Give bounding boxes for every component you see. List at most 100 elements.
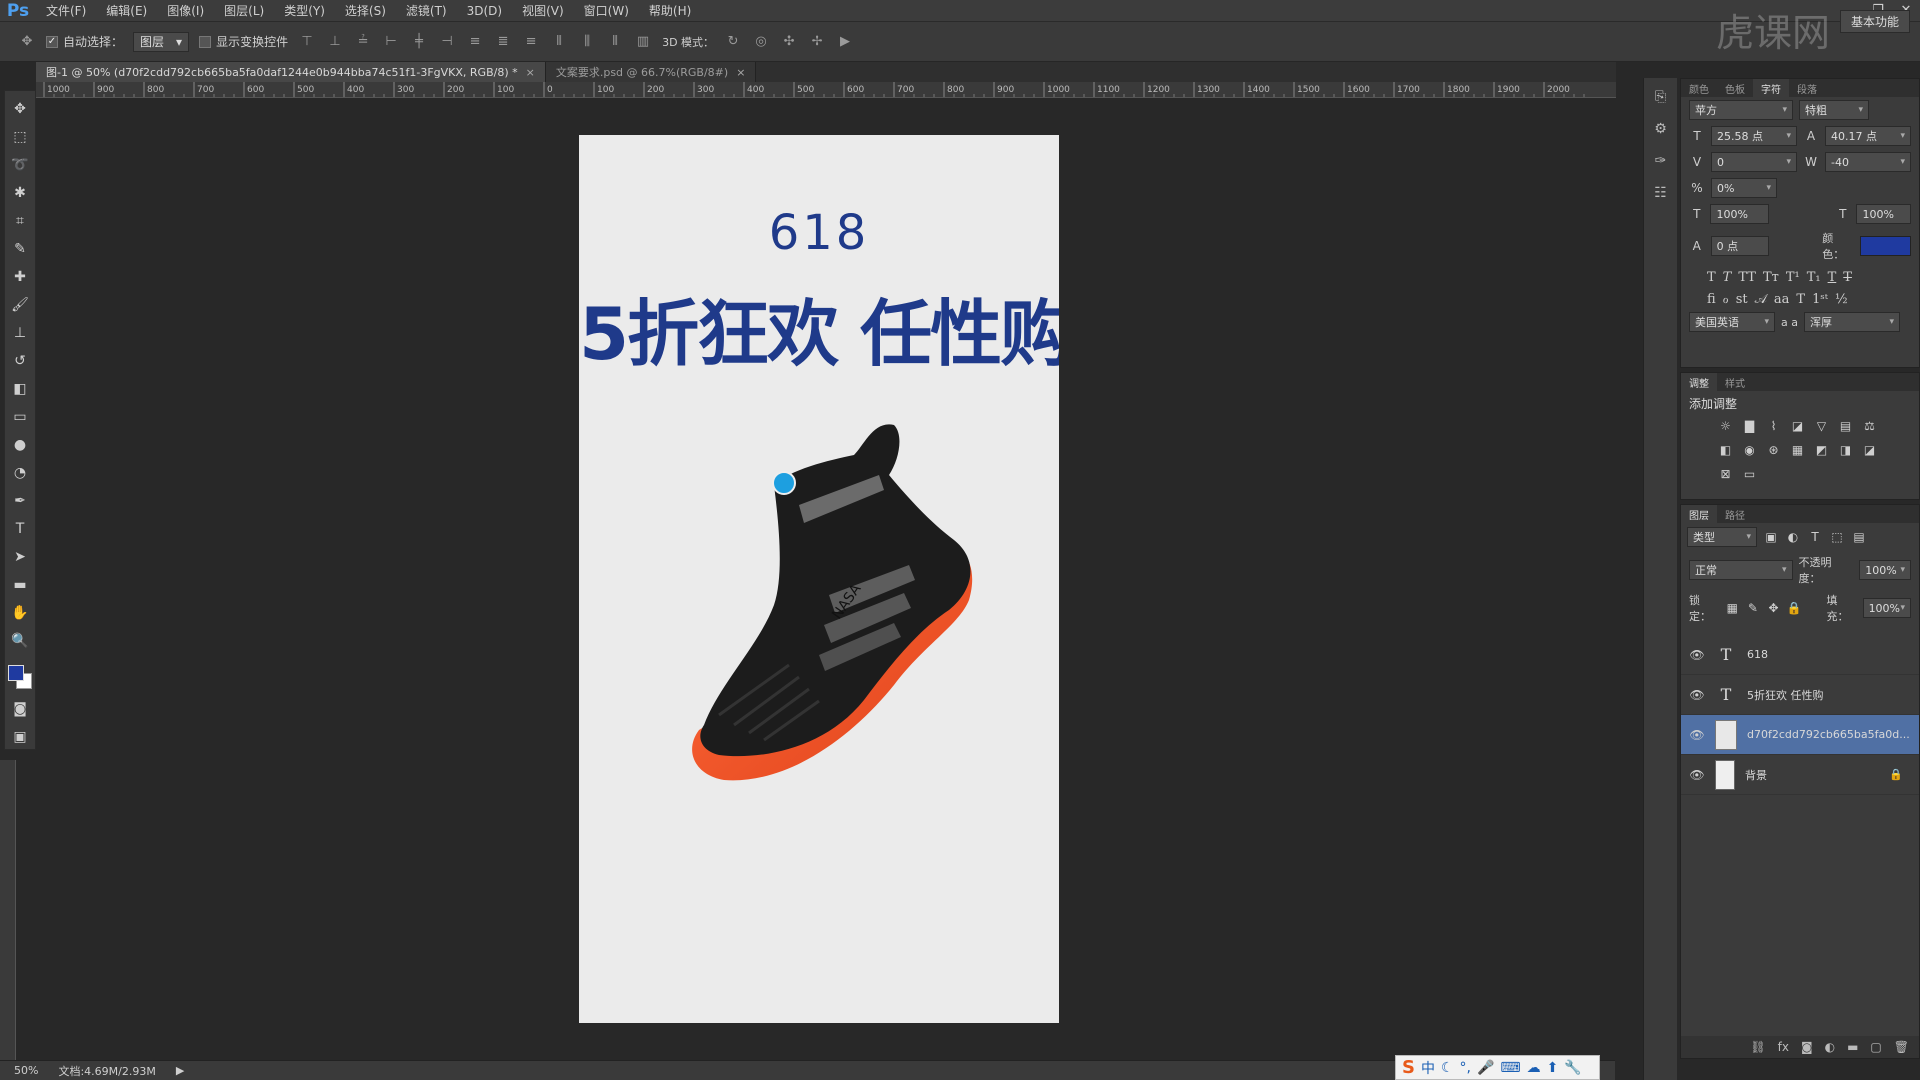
tab-character[interactable]: 字符 <box>1753 79 1789 97</box>
layer-row-618[interactable]: 👁 T 618 <box>1681 635 1919 675</box>
ime-toolbar[interactable]: S 中 ☾ °, 🎤 ⌨ ☁ ⬆ 🔧 <box>1395 1055 1600 1080</box>
filter-pixel-icon[interactable]: ▣ <box>1763 530 1779 544</box>
levels-icon[interactable]: ▇ <box>1741 418 1758 435</box>
distribute-top-icon[interactable]: ≡ <box>466 33 484 51</box>
history-icon[interactable]: ⎘ <box>1649 86 1673 108</box>
baseline-field[interactable]: 0 点 <box>1710 236 1770 256</box>
color-balance-icon[interactable]: ⚖ <box>1861 418 1878 435</box>
align-right-icon[interactable]: ⊣ <box>438 33 456 51</box>
eye-icon[interactable]: 👁 <box>1689 688 1705 702</box>
healing-brush-icon[interactable]: ✚ <box>7 265 33 289</box>
black-white-icon[interactable]: ◧ <box>1717 442 1734 459</box>
all-caps-icon[interactable]: TT <box>1738 270 1756 285</box>
zoom-tool-icon[interactable]: 🔍 <box>7 629 33 653</box>
align-bottom-icon[interactable]: ≟ <box>354 33 372 51</box>
fractions-icon[interactable]: ½ <box>1835 292 1848 307</box>
artboard-text-618[interactable]: 618 <box>579 205 1059 261</box>
eye-icon[interactable]: 👁 <box>1689 768 1705 782</box>
close-icon[interactable]: × <box>736 66 745 79</box>
menu-view[interactable]: 视图(V) <box>512 2 574 19</box>
font-style-select[interactable]: 特粗 ▾ <box>1799 100 1869 120</box>
history-brush-icon[interactable]: ↺ <box>7 349 33 373</box>
tab-adjustments[interactable]: 调整 <box>1681 373 1717 391</box>
lock-position-icon[interactable]: ✥ <box>1766 601 1781 615</box>
color-lookup-icon[interactable]: ▦ <box>1789 442 1806 459</box>
tab-styles[interactable]: 样式 <box>1717 373 1753 391</box>
menu-window[interactable]: 窗口(W) <box>574 2 639 19</box>
show-transform-checkbox[interactable]: 显示变换控件 <box>199 33 288 50</box>
hue-saturation-icon[interactable]: ▤ <box>1837 418 1854 435</box>
filter-shape-icon[interactable]: ⬚ <box>1829 530 1845 544</box>
horizontal-scale-field[interactable]: 100% <box>1856 204 1912 224</box>
3d-slide-icon[interactable]: ✢ <box>808 33 826 51</box>
distribute-left-icon[interactable]: ⫴ <box>550 33 568 51</box>
eye-icon[interactable]: 👁 <box>1689 648 1705 662</box>
tab-color[interactable]: 颜色 <box>1681 79 1717 97</box>
lock-pixels-icon[interactable]: ✎ <box>1746 601 1761 615</box>
align-vcenter-icon[interactable]: ⊥ <box>326 33 344 51</box>
layer-row-headline[interactable]: 👁 T 5折狂欢 任性购 <box>1681 675 1919 715</box>
antialias-select[interactable]: 浑厚 ▾ <box>1803 312 1900 332</box>
font-family-select[interactable]: 苹方 ▾ <box>1689 100 1793 120</box>
play-icon[interactable]: ▶ <box>176 1064 184 1077</box>
blur-tool-icon[interactable]: ● <box>7 433 33 457</box>
gradient-icon[interactable]: ▭ <box>7 405 33 429</box>
layer-row-image[interactable]: 👁 d70f2cdd792cb665ba5fa0d... <box>1681 715 1919 755</box>
clone-stamp-icon[interactable]: ⊥ <box>7 321 33 345</box>
pen-tool-icon[interactable]: ✒ <box>7 489 33 513</box>
path-select-icon[interactable]: ➤ <box>7 545 33 569</box>
filter-type-icon[interactable]: T <box>1807 530 1823 544</box>
channel-mixer-icon[interactable]: ⊛ <box>1765 442 1782 459</box>
magic-wand-icon[interactable]: ✱ <box>7 181 33 205</box>
zoom-level[interactable]: 50% <box>14 1064 38 1077</box>
underline-icon[interactable]: T <box>1828 270 1837 285</box>
small-caps-icon[interactable]: Tт <box>1763 270 1779 285</box>
tab-document-2[interactable]: 文案要求.psd @ 66.7%(RGB/8#) × <box>545 62 757 82</box>
tab-layers[interactable]: 图层 <box>1681 505 1717 523</box>
fill-field[interactable]: 100% ▾ <box>1862 598 1911 618</box>
workspace-switcher[interactable]: 基本功能 <box>1839 10 1910 33</box>
document-canvas[interactable]: 618 5折狂欢 任性购 NASA <box>579 135 1059 1023</box>
screen-mode-icon[interactable]: ▣ <box>7 725 33 749</box>
color-swatches[interactable] <box>6 663 34 693</box>
discretionary-ligature-icon[interactable]: ℴ <box>1723 292 1729 307</box>
selective-color-icon[interactable]: ⊠ <box>1717 466 1734 483</box>
horizontal-ruler[interactable]: 1000 900 800 700 600 500 400 300 200 100 0 100 200 30… <box>36 82 1616 98</box>
tool-presets-icon[interactable]: ☷ <box>1649 182 1673 204</box>
titling-icon[interactable]: aa <box>1774 292 1790 307</box>
vertical-scale-field[interactable]: 100% <box>1710 204 1769 224</box>
strikethrough-icon[interactable]: T <box>1843 270 1852 285</box>
vertical-ruler[interactable] <box>0 760 16 1070</box>
moon-icon[interactable]: ☾ <box>1441 1060 1454 1076</box>
punct-icon[interactable]: °, <box>1460 1060 1471 1076</box>
distribute-hcenter-icon[interactable]: ⫼ <box>578 33 596 51</box>
threshold-icon[interactable]: ◪ <box>1861 442 1878 459</box>
eyedropper-icon[interactable]: ✎ <box>7 237 33 261</box>
canvas-area[interactable]: 618 5折狂欢 任性购 NASA <box>36 98 1616 1060</box>
new-adjustment-icon[interactable]: ◐ <box>1825 1040 1835 1054</box>
filter-smart-icon[interactable]: ▤ <box>1851 530 1867 544</box>
tab-paragraph[interactable]: 段落 <box>1789 79 1825 97</box>
lasso-tool-icon[interactable]: ➰ <box>7 153 33 177</box>
dodge-tool-icon[interactable]: ◔ <box>7 461 33 485</box>
link-layers-icon[interactable]: ⛓ <box>1750 1040 1765 1054</box>
eye-icon[interactable]: 👁 <box>1689 728 1705 742</box>
doc-size[interactable]: 文档:4.69M/2.93M <box>58 1063 155 1079</box>
sneaker-image[interactable]: NASA <box>679 415 1019 805</box>
keyboard-icon[interactable]: ⌨ <box>1500 1060 1520 1076</box>
tab-document-1[interactable]: 图-1 @ 50% (d70f2cdd792cb665ba5fa0daf1244… <box>36 62 546 82</box>
menu-image[interactable]: 图像(I) <box>157 2 214 19</box>
menu-help[interactable]: 帮助(H) <box>639 2 701 19</box>
photo-filter-icon[interactable]: ◉ <box>1741 442 1758 459</box>
opacity-field[interactable]: 100% ▾ <box>1859 560 1911 580</box>
ligature-icon[interactable]: ﬁ <box>1707 292 1716 307</box>
filter-adjust-icon[interactable]: ◐ <box>1785 530 1801 544</box>
align-hcenter-icon[interactable]: ╪ <box>410 33 428 51</box>
layer-row-background[interactable]: 👁 背景 🔒 <box>1681 755 1919 795</box>
move-tool-icon[interactable]: ✥ <box>7 97 33 121</box>
brush-tool-icon[interactable]: 🖌 <box>7 293 33 317</box>
mic-icon[interactable]: 🎤 <box>1477 1060 1494 1076</box>
layer-filter-select[interactable]: 类型 ▾ <box>1687 527 1757 547</box>
distribute-right-icon[interactable]: ⫴ <box>606 33 624 51</box>
menu-type[interactable]: 类型(Y) <box>274 2 335 19</box>
